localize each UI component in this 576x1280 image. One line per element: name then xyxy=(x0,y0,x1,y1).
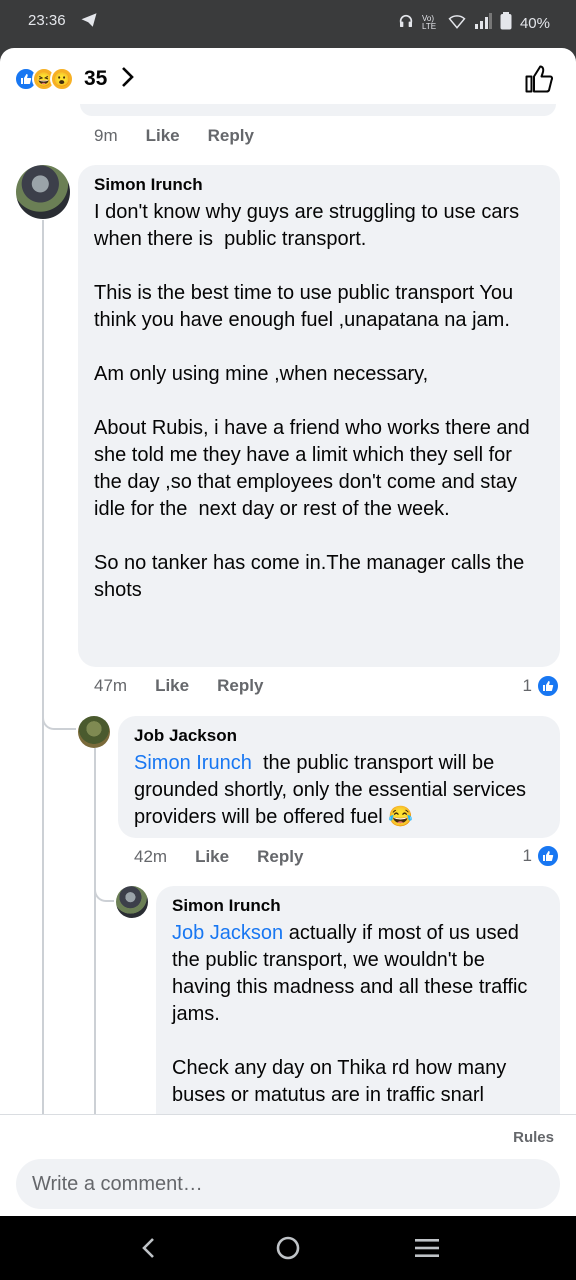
comment-actions: 42m Like Reply xyxy=(134,847,331,867)
thread-line xyxy=(42,220,44,1114)
thread-line-nested xyxy=(94,748,96,1114)
like-button[interactable]: Like xyxy=(155,676,189,696)
navigation-bar xyxy=(0,1216,576,1280)
comment-composer: Rules xyxy=(0,1114,576,1216)
previous-comment-bubble xyxy=(80,104,556,116)
reply-button[interactable]: Reply xyxy=(217,676,263,696)
comment-author[interactable]: Simon Irunch xyxy=(94,175,544,195)
mention-link[interactable]: Job Jackson xyxy=(172,922,283,944)
thread-connector xyxy=(42,688,76,730)
thumbs-up-icon[interactable] xyxy=(524,64,554,94)
comment-time: 42m xyxy=(134,847,168,866)
comment-bubble: Simon Irunch I don't know why guys are s… xyxy=(78,165,560,667)
battery-level: 40% xyxy=(519,14,550,32)
reactions-header[interactable]: 😆 😮 35 xyxy=(0,48,576,112)
signal-icon xyxy=(474,13,492,33)
like-button[interactable]: Like xyxy=(195,847,229,867)
reaction-total: 35 xyxy=(84,67,108,90)
reply-bubble: Job Jackson Simon Irunch the public tran… xyxy=(118,716,560,838)
status-bar: 23:36 Vo) LTE 40% xyxy=(0,0,576,44)
wow-icon: 😮 xyxy=(50,67,74,91)
comment-actions: 47m Like Reply xyxy=(94,676,291,696)
mention-link[interactable]: Simon Irunch xyxy=(134,752,252,774)
comment-author[interactable]: Job Jackson xyxy=(134,726,544,746)
comment-body: actually if most of us used the public t… xyxy=(172,922,528,1106)
comment-text: I don't know why guys are struggling to … xyxy=(94,201,530,601)
reply-button[interactable]: Reply xyxy=(208,126,254,146)
back-icon[interactable] xyxy=(129,1228,169,1268)
chevron-right-icon[interactable] xyxy=(120,65,136,95)
previous-comment-actions: 9m Like Reply xyxy=(94,126,282,146)
rules-link[interactable]: Rules xyxy=(513,1129,554,1146)
comment-reaction-count[interactable]: 1 xyxy=(523,674,560,698)
reply-bubble: Simon Irunch Job Jackson actually if mos… xyxy=(156,886,560,1146)
status-time: 23:36 xyxy=(28,12,66,29)
avatar[interactable] xyxy=(16,165,70,219)
reaction-count-value: 1 xyxy=(522,846,532,865)
reply-button[interactable]: Reply xyxy=(257,847,303,867)
status-icons: Vo) LTE 40% xyxy=(398,12,550,34)
comment-text: Job Jackson actually if most of us used … xyxy=(172,920,544,1109)
comments-sheet: 😆 😮 35 9m Like Reply Simon Irunch I don'… xyxy=(0,48,576,1216)
network-label: Vo) LTE xyxy=(421,14,437,31)
wifi-icon xyxy=(448,13,466,33)
thread-connector-nested xyxy=(94,856,114,902)
comment-time: 47m xyxy=(94,676,128,695)
comment-author[interactable]: Simon Irunch xyxy=(172,896,544,916)
telegram-icon xyxy=(80,11,98,33)
avatar[interactable] xyxy=(78,716,110,748)
comment-reaction-count[interactable]: 1 xyxy=(523,844,560,868)
comment-input[interactable] xyxy=(16,1159,560,1209)
like-icon xyxy=(536,674,560,698)
like-button[interactable]: Like xyxy=(146,126,180,146)
avatar[interactable] xyxy=(116,886,148,918)
battery-icon xyxy=(500,12,512,34)
reaction-icons: 😆 😮 xyxy=(14,67,74,91)
recents-icon[interactable] xyxy=(407,1228,447,1268)
headphones-icon xyxy=(398,13,414,33)
comment-time: 9m xyxy=(94,126,118,145)
home-icon[interactable] xyxy=(268,1228,308,1268)
like-icon xyxy=(536,844,560,868)
reaction-count-value: 1 xyxy=(522,676,532,695)
comment-text: Simon Irunch the public transport will b… xyxy=(134,750,544,831)
